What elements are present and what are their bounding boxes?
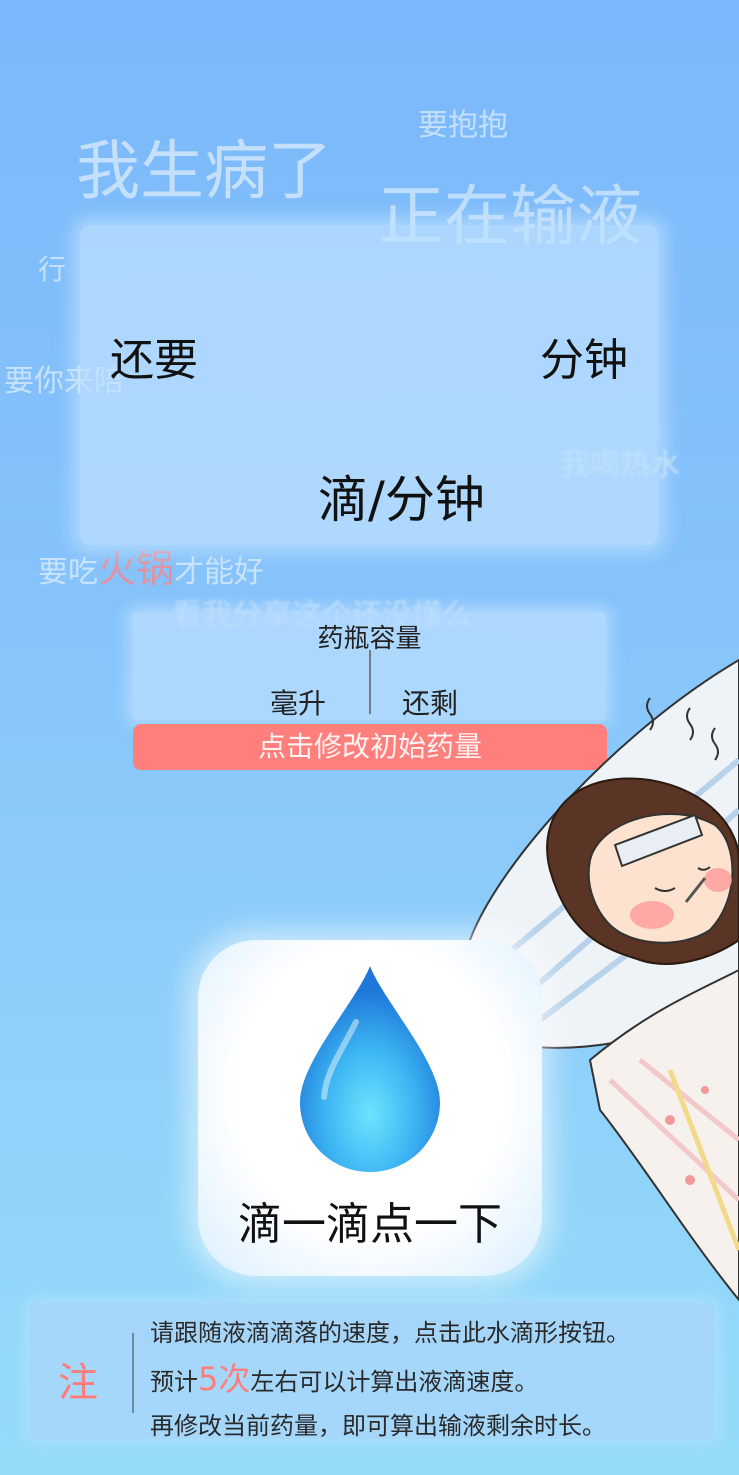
remaining-unit-label: 分钟 (540, 335, 628, 386)
note-line-2: 预计5次左右可以计算出液滴速度。 (150, 1354, 538, 1400)
volume-divider (369, 650, 371, 714)
bg-text-hotpot-post: 才能好 (174, 555, 265, 590)
bg-text-sick: 我生病了 (76, 135, 332, 209)
volume-unit-label: 毫升 (270, 687, 327, 720)
note-line-2-pre: 预计 (150, 1368, 198, 1396)
drop-button-label[interactable]: 滴一滴点一下 (198, 1188, 542, 1252)
note-line-1: 请跟随液滴滴落的速度，点击此水滴形按钮。 (150, 1319, 630, 1347)
water-drop-icon[interactable] (296, 962, 444, 1176)
note-line-2-highlight: 5次 (198, 1360, 251, 1398)
note-line-2-post: 左右可以计算出液滴速度。 (250, 1368, 539, 1396)
remaining-prefix-label: 还要 (110, 335, 198, 386)
bg-text-hotpot-pre: 要吃 (38, 555, 98, 590)
note-divider (132, 1333, 134, 1413)
bg-text-hotpot: 要吃火锅才能好 (38, 538, 264, 593)
bg-text-hotpot-highlight: 火锅 (98, 547, 175, 591)
note-line-3: 再修改当前药量，即可算出输液剩余时长。 (150, 1412, 606, 1440)
bg-text-ok: 行 (38, 253, 67, 286)
rate-unit-label: 滴/分钟 (318, 471, 485, 529)
bg-text-hug: 要抱抱 (418, 108, 508, 143)
note-mark: 注 (58, 1360, 98, 1406)
